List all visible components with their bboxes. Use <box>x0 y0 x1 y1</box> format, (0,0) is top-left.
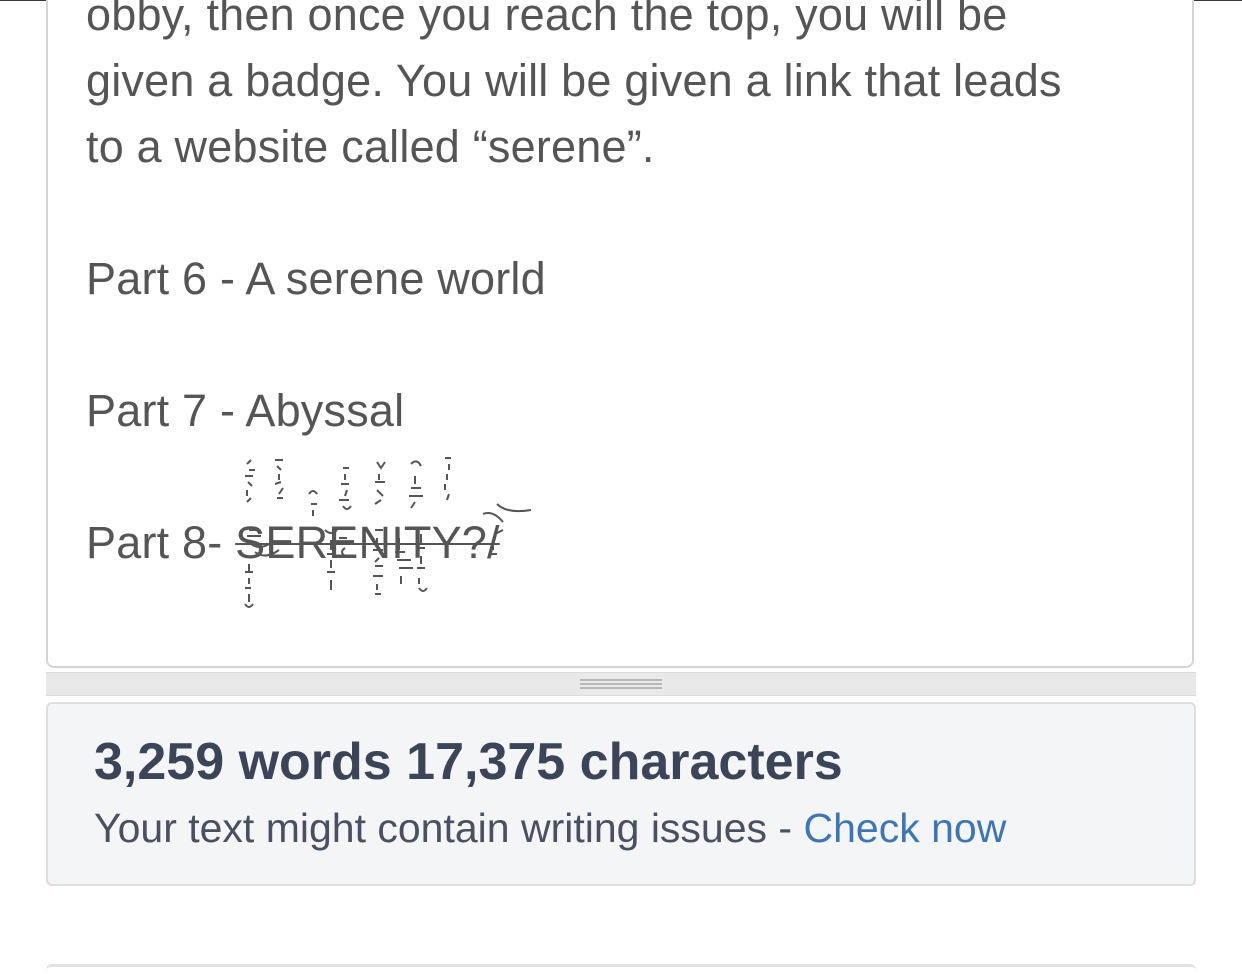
next-panel-edge <box>46 964 1196 974</box>
part-8-prefix: Part 8- <box>86 517 236 568</box>
check-now-link[interactable]: Check now <box>803 805 1006 851</box>
zalgo-title-text: SERENITY?/ <box>235 517 500 568</box>
grip-icon[interactable] <box>580 679 662 689</box>
writing-issues-message: Your text might contain writing issues -… <box>94 802 1006 854</box>
text-editor[interactable]: obby, then once you reach the top, you w… <box>46 0 1194 668</box>
part-6-heading: Part 6 - A serene world <box>86 253 546 304</box>
word-character-count: 3,259 words 17,375 characters <box>94 733 843 791</box>
editor-line: to a website called “serene”. <box>86 121 655 172</box>
editor-line: obby, then once you reach the top, you w… <box>86 0 1008 40</box>
part-7-heading: Part 7 - Abyssal <box>86 385 405 436</box>
editor-line: given a badge. You will be given a link … <box>86 55 1062 106</box>
stats-panel: 3,259 words 17,375 characters Your text … <box>46 702 1196 886</box>
resize-handle[interactable] <box>46 672 1196 696</box>
zalgo-title: SERENITY?/ <box>235 457 532 608</box>
editor-content[interactable]: obby, then once you reach the top, you w… <box>86 0 1166 608</box>
part-8-heading: Part 8- SERENITY?/ <box>86 457 1166 608</box>
writing-issues-text: Your text might contain writing issues - <box>94 805 804 851</box>
